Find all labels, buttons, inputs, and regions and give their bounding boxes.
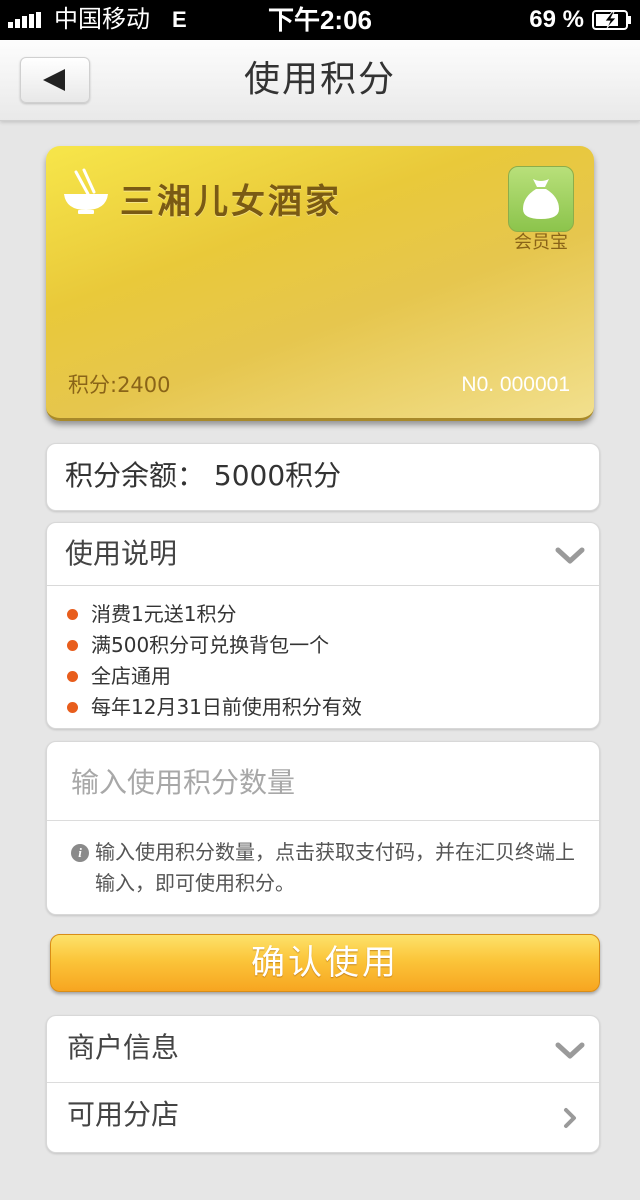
merchant-info-row[interactable]: 商户信息 bbox=[47, 1016, 599, 1083]
points-input-panel: i 输入使用积分数量，点击获取支付码，并在汇贝终端上输入，即可使用积分。 bbox=[46, 741, 600, 915]
divider bbox=[47, 820, 599, 821]
merchant-info-label: 商户信息 bbox=[67, 1031, 180, 1064]
page-title: 使用积分 bbox=[243, 59, 396, 100]
usage-instructions-title: 使用说明 bbox=[65, 537, 178, 570]
battery-percent: 69 % bbox=[529, 6, 584, 33]
merchant-panel: 商户信息 可用分店 bbox=[46, 1015, 600, 1153]
chevron-down-icon bbox=[555, 1042, 585, 1059]
points-balance-panel: 积分余额： 5000积分 bbox=[46, 443, 600, 511]
status-bar: 中国移动 E 下午2:06 69 % bbox=[0, 0, 640, 40]
instructions-list: 消费1元送1积分 满500积分可兑换背包一个 全店通用 每年12月31日前使用积… bbox=[65, 599, 362, 723]
nav-bar: 使用积分 bbox=[0, 40, 640, 121]
points-amount-input[interactable] bbox=[69, 756, 573, 808]
bullet-icon bbox=[67, 609, 78, 620]
available-branches-row[interactable]: 可用分店 bbox=[47, 1083, 599, 1149]
chevron-down-icon bbox=[555, 547, 585, 564]
input-hint: 输入使用积分数量，点击获取支付码，并在汇贝终端上输入，即可使用积分。 bbox=[95, 840, 575, 895]
battery-charging-icon bbox=[592, 10, 631, 30]
bullet-icon bbox=[67, 671, 78, 682]
bullet-icon bbox=[67, 640, 78, 651]
money-bag-icon bbox=[508, 166, 574, 232]
brand-label: 会员宝 bbox=[514, 232, 568, 253]
store-name: 三湘儿女酒家 bbox=[120, 182, 342, 222]
usage-instructions-panel: 使用说明 消费1元送1积分 满500积分可兑换背包一个 全店通用 每年12月31… bbox=[46, 522, 600, 729]
usage-instructions-header[interactable]: 使用说明 bbox=[47, 523, 599, 586]
list-item: 每年12月31日前使用积分有效 bbox=[65, 692, 362, 723]
available-branches-label: 可用分店 bbox=[67, 1098, 180, 1131]
list-item: 消费1元送1积分 bbox=[65, 599, 362, 630]
chevron-right-icon bbox=[564, 1108, 576, 1128]
member-card: 三湘儿女酒家 会员宝 积分:2400 N0. 000001 bbox=[46, 146, 594, 421]
list-item: 全店通用 bbox=[65, 661, 362, 692]
list-item: 满500积分可兑换背包一个 bbox=[65, 630, 362, 661]
info-icon: i bbox=[71, 844, 89, 862]
rice-bowl-icon bbox=[64, 168, 108, 214]
card-number: N0. 000001 bbox=[461, 373, 570, 396]
card-points: 积分:2400 bbox=[68, 373, 171, 397]
bullet-icon bbox=[67, 702, 78, 713]
confirm-use-button[interactable]: 确认使用 bbox=[50, 934, 600, 992]
points-balance: 积分余额： 5000积分 bbox=[65, 459, 342, 492]
